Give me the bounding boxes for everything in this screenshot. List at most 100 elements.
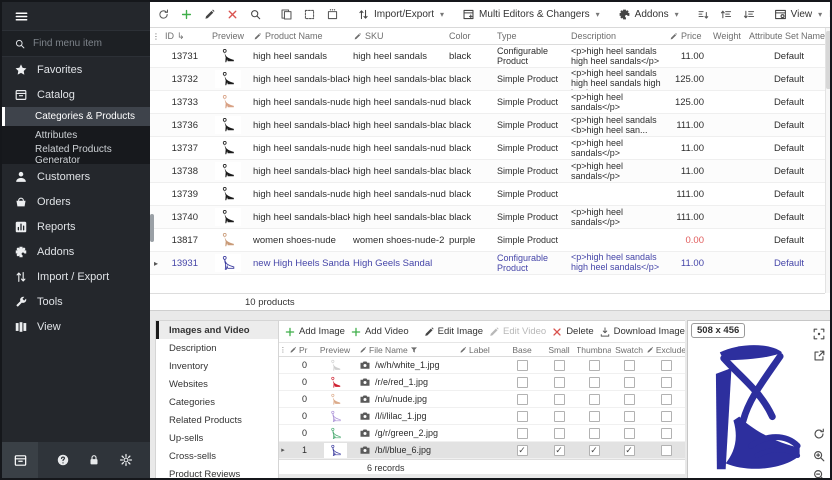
product-row[interactable]: 13733high heel sandals-nudehigh heel san…	[150, 91, 832, 114]
sort-desc-button[interactable]	[740, 5, 759, 24]
column-header-description[interactable]: Description	[568, 31, 666, 41]
import-export-menu[interactable]: Import/Export	[354, 5, 447, 24]
column-header-file-name[interactable]: File Name	[357, 345, 457, 355]
checkbox-unchecked[interactable]	[517, 394, 528, 405]
checkbox-checked[interactable]: ✓	[517, 445, 528, 456]
sidebar-item-orders[interactable]: Orders	[2, 189, 150, 214]
checkbox-checked[interactable]: ✓	[589, 445, 600, 456]
column-header-label[interactable]: Label	[457, 345, 503, 355]
tab-cross-sells[interactable]: Cross-sells	[156, 447, 278, 465]
sidebar-search[interactable]: Find menu item	[2, 30, 150, 57]
add-product-button[interactable]	[177, 5, 196, 24]
tab-websites[interactable]: Websites	[156, 375, 278, 393]
tab-related-products[interactable]: Related Products	[156, 411, 278, 429]
checkbox-unchecked[interactable]	[554, 411, 565, 422]
tab-up-sells[interactable]: Up-sells	[156, 429, 278, 447]
column-header-price[interactable]: Price	[666, 31, 710, 41]
checkbox-unchecked[interactable]	[661, 411, 672, 422]
media-row[interactable]: 0/l/i/lilac_1.jpg	[279, 408, 685, 425]
panel-splitter[interactable]	[150, 311, 832, 320]
copy-button[interactable]	[277, 5, 296, 24]
grid-vertical-scrollbar[interactable]	[825, 28, 832, 293]
column-header-color[interactable]: Color	[446, 31, 494, 41]
download-image-button[interactable]: Download Image	[599, 326, 685, 338]
tab-description[interactable]: Description	[156, 339, 278, 357]
sidebar-item-addons[interactable]: Addons	[2, 239, 150, 264]
checkbox-unchecked[interactable]	[661, 360, 672, 371]
product-row[interactable]: 13817women shoes-nudewomen shoes-nude-2p…	[150, 229, 832, 252]
checkbox-unchecked[interactable]	[554, 428, 565, 439]
sidebar-item-import-export[interactable]: Import / Export	[2, 264, 150, 289]
column-header-swatch[interactable]: Swatch	[611, 345, 647, 355]
select-button[interactable]	[300, 5, 319, 24]
column-header-id[interactable]: ID↳	[162, 31, 206, 42]
gear-icon[interactable]	[119, 453, 133, 467]
checkbox-unchecked[interactable]	[554, 394, 565, 405]
checkbox-unchecked[interactable]	[589, 428, 600, 439]
zoom-out-icon[interactable]	[812, 468, 826, 480]
column-header-type[interactable]: Type	[494, 31, 568, 41]
column-header-base[interactable]: Base	[503, 345, 541, 355]
checkbox-unchecked[interactable]	[554, 377, 565, 388]
checkbox-unchecked[interactable]	[589, 377, 600, 388]
column-header-preview[interactable]: Preview	[313, 345, 357, 355]
checkbox-unchecked[interactable]	[624, 394, 635, 405]
product-row[interactable]: 13732high heel sandals-blackhigh heel sa…	[150, 68, 832, 91]
sidebar-subitem-attributes[interactable]: Attributes	[2, 126, 150, 145]
checkbox-unchecked[interactable]	[517, 428, 528, 439]
sidebar-subitem-related-products-generator[interactable]: Related Products Generator	[2, 145, 150, 164]
column-header-preview[interactable]: Preview	[206, 31, 250, 41]
media-row[interactable]: 0/g/r/green_2.jpg	[279, 425, 685, 442]
media-row[interactable]: ▸1/b/l/blue_6.jpg✓✓✓✓	[279, 442, 685, 459]
column-header-exclude[interactable]: Exclude	[647, 345, 685, 355]
sidebar-item-view[interactable]: View	[2, 314, 150, 339]
checkbox-unchecked[interactable]	[624, 428, 635, 439]
product-row[interactable]: 13737high heel sandals-nude-36high heel …	[150, 137, 832, 160]
grid-left-scrollbar-thumb[interactable]	[150, 214, 154, 242]
checkbox-unchecked[interactable]	[661, 394, 672, 405]
product-row[interactable]: 13739high heel sandals-nude-37high heel …	[150, 183, 832, 206]
column-header-thumbna[interactable]: Thumbna	[577, 345, 611, 355]
sort-asc-button[interactable]	[717, 5, 736, 24]
lock-icon[interactable]	[87, 453, 101, 467]
media-row[interactable]: 0/w/h/white_1.jpg	[279, 357, 685, 374]
open-external-icon[interactable]	[812, 349, 826, 363]
column-header-weight[interactable]: Weight	[710, 31, 746, 41]
product-row[interactable]: ▸13931new High Heels SandalsHigh Geels S…	[150, 252, 832, 275]
tab-inventory[interactable]: Inventory	[156, 357, 278, 375]
sidebar-item-tools[interactable]: Tools	[2, 289, 150, 314]
rotate-icon[interactable]	[812, 427, 826, 441]
media-row[interactable]: 0/n/u/nude.jpg	[279, 391, 685, 408]
addons-menu[interactable]: Addons	[615, 5, 682, 24]
checkbox-unchecked[interactable]	[554, 360, 565, 371]
multi-editors-menu[interactable]: Multi Editors & Changers	[459, 5, 603, 24]
checkbox-unchecked[interactable]	[624, 377, 635, 388]
sidebar-bottom-active-tile[interactable]	[2, 442, 38, 478]
checkbox-unchecked[interactable]	[661, 445, 672, 456]
add-video-button[interactable]: Add Video	[350, 326, 409, 338]
refresh-button[interactable]	[154, 5, 173, 24]
product-row[interactable]: 13740high heel sandals-black-38high heel…	[150, 206, 832, 229]
column-header-product-name[interactable]: Product Name	[250, 31, 350, 41]
checkbox-unchecked[interactable]	[661, 428, 672, 439]
sort-multi-button[interactable]	[694, 5, 713, 24]
sidebar-item-customers[interactable]: Customers	[2, 164, 150, 189]
delete-button[interactable]: Delete	[551, 326, 593, 338]
fit-screen-icon[interactable]	[812, 327, 826, 341]
hamburger-menu-icon[interactable]	[14, 9, 29, 24]
product-row[interactable]: 13731high heel sandalshigh heel sandalsb…	[150, 45, 832, 68]
media-row[interactable]: 0/r/e/red_1.jpg	[279, 374, 685, 391]
sidebar-item-reports[interactable]: Reports	[2, 214, 150, 239]
checkbox-checked[interactable]: ✓	[624, 445, 635, 456]
zoom-in-icon[interactable]	[812, 449, 826, 463]
sidebar-item-favorites[interactable]: Favorites	[2, 57, 150, 82]
checkbox-unchecked[interactable]	[517, 411, 528, 422]
help-icon[interactable]	[56, 453, 70, 467]
add-image-button[interactable]: Add Image	[284, 326, 345, 338]
sidebar-item-catalog[interactable]: Catalog	[2, 82, 150, 107]
tab-images-and-video[interactable]: Images and Video	[156, 321, 278, 339]
product-row[interactable]: 13736high heel sandals-black-36high heel…	[150, 114, 832, 137]
tab-product-reviews[interactable]: Product Reviews	[156, 465, 278, 480]
column-header-sku[interactable]: SKU	[350, 31, 446, 41]
checkbox-unchecked[interactable]	[589, 394, 600, 405]
